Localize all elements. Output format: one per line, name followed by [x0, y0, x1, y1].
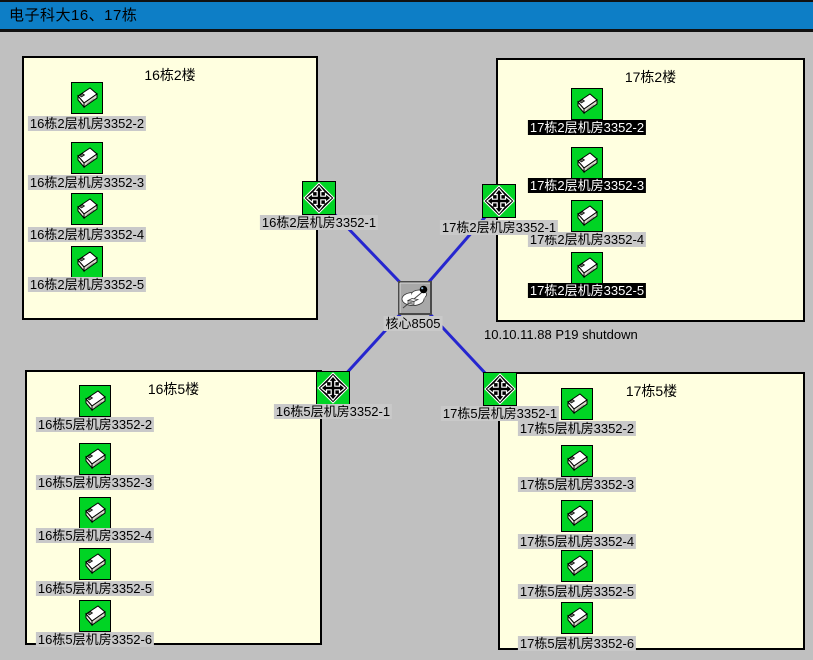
switch-icon[interactable] — [571, 88, 603, 120]
switch-icon[interactable] — [71, 142, 103, 174]
cloud-switch-icon[interactable] — [398, 281, 432, 315]
device-label: 16栋2层机房3352-5 — [28, 277, 146, 292]
device-label: 17栋5层机房3352-2 — [518, 421, 636, 436]
device-label: 16栋5层机房3352-5 — [36, 581, 154, 596]
device-label: 17栋2层机房3352-2 — [528, 120, 646, 135]
router-icon[interactable] — [483, 372, 517, 406]
device-label: 17栋5层机房3352-5 — [518, 584, 636, 599]
router-label: 16栋5层机房3352-1 — [274, 404, 392, 419]
status-note: 10.10.11.88 P19 shutdown — [484, 327, 638, 342]
switch-icon[interactable] — [79, 600, 111, 632]
switch-icon[interactable] — [571, 200, 603, 232]
map-title-frame: 电子科大16、17栋 — [0, 0, 813, 32]
device-label: 16栋5层机房3352-2 — [36, 417, 154, 432]
router-label: 17栋5层机房3352-1 — [441, 406, 559, 421]
device-label: 16栋5层机房3352-4 — [36, 528, 154, 543]
switch-icon[interactable] — [71, 82, 103, 114]
device-label: 16栋2层机房3352-4 — [28, 227, 146, 242]
switch-icon[interactable] — [561, 445, 593, 477]
router-label: 17栋2层机房3352-1 — [440, 220, 558, 235]
device-label: 17栋5层机房3352-6 — [518, 636, 636, 651]
switch-icon[interactable] — [571, 252, 603, 284]
device-label: 16栋2层机房3352-2 — [28, 116, 146, 131]
device-label: 17栋5层机房3352-3 — [518, 477, 636, 492]
switch-icon[interactable] — [79, 385, 111, 417]
switch-icon[interactable] — [79, 443, 111, 475]
switch-icon[interactable] — [561, 550, 593, 582]
switch-icon[interactable] — [79, 548, 111, 580]
device-label: 16栋5层机房3352-3 — [36, 475, 154, 490]
device-label: 17栋2层机房3352-3 — [528, 178, 646, 193]
router-icon[interactable] — [302, 181, 336, 215]
device-label: 17栋5层机房3352-4 — [518, 534, 636, 549]
switch-icon[interactable] — [71, 193, 103, 225]
router-label: 16栋2层机房3352-1 — [260, 215, 378, 230]
map-title: 电子科大16、17栋 — [9, 7, 137, 24]
router-icon[interactable] — [482, 184, 516, 218]
switch-icon[interactable] — [71, 246, 103, 278]
device-label: 16栋5层机房3352-6 — [36, 632, 154, 647]
switch-icon[interactable] — [561, 388, 593, 420]
switch-icon[interactable] — [79, 497, 111, 529]
topology-map-canvas: 电子科大16、17栋 10.10.11.88 P19 shutdown 16栋2… — [0, 0, 813, 660]
map-title-bar: 电子科大16、17栋 — [0, 2, 813, 29]
device-label: 17栋2层机房3352-5 — [528, 283, 646, 298]
switch-icon[interactable] — [571, 147, 603, 179]
switch-icon[interactable] — [561, 602, 593, 634]
core-label: 核心8505 — [384, 316, 443, 331]
device-label: 16栋2层机房3352-3 — [28, 175, 146, 190]
router-icon[interactable] — [316, 371, 350, 405]
switch-icon[interactable] — [561, 500, 593, 532]
